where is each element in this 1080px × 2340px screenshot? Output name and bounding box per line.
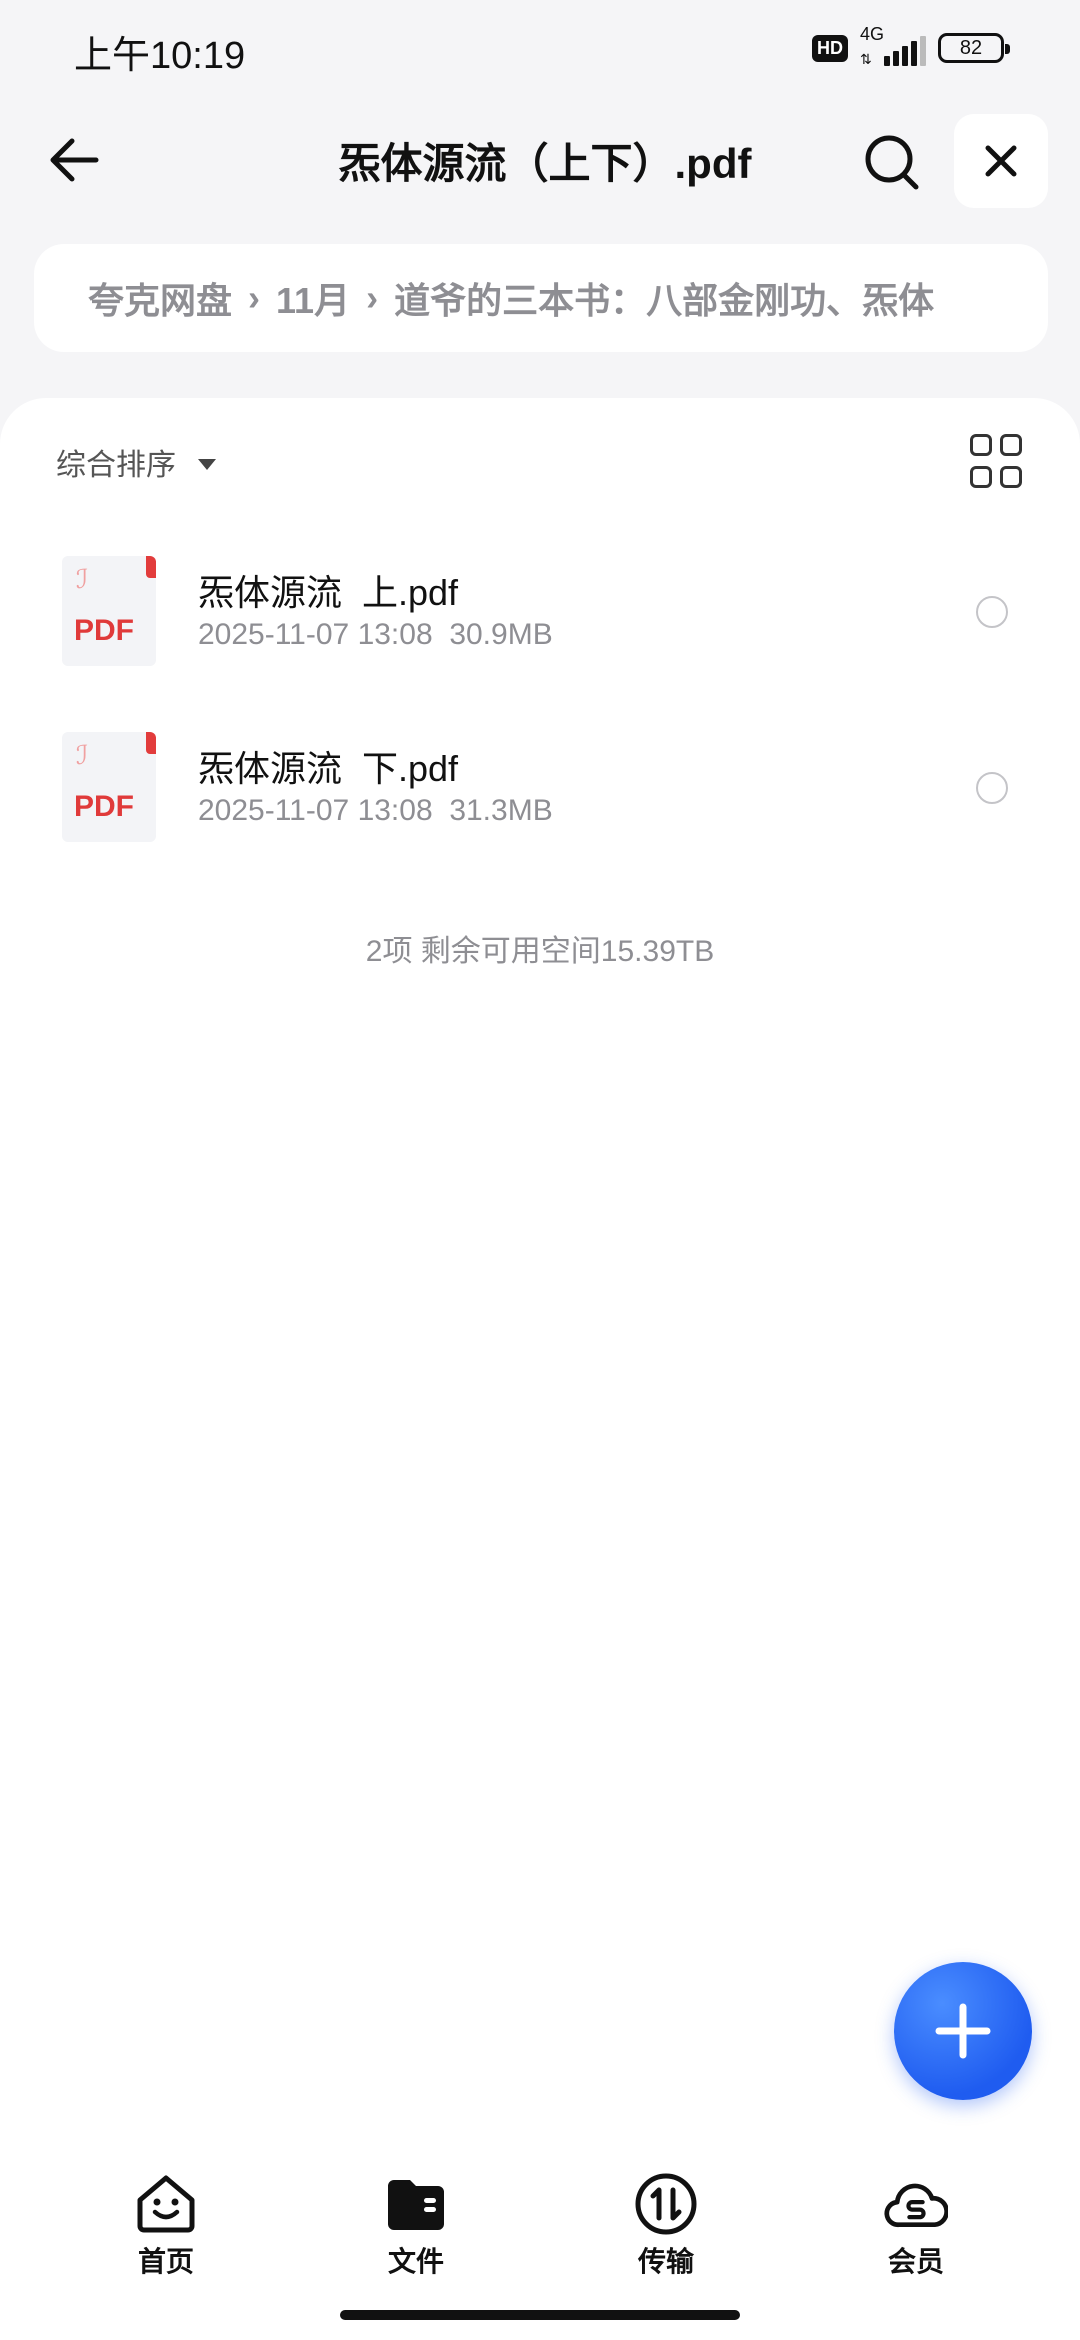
grid-view-icon-cell [970,466,992,488]
storage-summary: 2项 剩余可用空间15.39TB [365,935,715,968]
back-button[interactable] [36,122,112,198]
nav-label: 文件 [387,2246,444,2277]
arrow-left-icon [50,138,99,182]
search-icon [865,135,919,190]
file-meta: 2025-11-07 13:08 31.3MB [198,794,553,828]
pdf-icon-label: PDF [74,790,134,823]
breadcrumb-item-month[interactable]: 11月 [276,272,350,324]
nav-item-home[interactable]: 首页 [96,2172,236,2282]
screen: 上午10:19 HD 4G ⇅ 82 炁体源流（上下）.pdf 夸克网盘 › 1… [0,0,1080,2340]
folder-icon [384,2172,448,2236]
caret-down-icon [198,458,216,470]
network-type: 4G [860,24,885,44]
breadcrumb-item-folder[interactable]: 道爷的三本书：八部金刚功、炁体 [394,272,934,324]
chevron-right-icon: › [248,277,261,318]
acrobat-icon: ℐ [76,564,89,594]
nav-label: 会员 [887,2246,944,2277]
grid-view-icon-cell [1000,434,1022,456]
pdf-corner-mark [146,556,156,578]
chevron-right-icon: › [366,277,379,318]
acrobat-icon: ℐ [76,740,89,770]
file-date: 2025-11-07 13:08 [198,618,433,651]
transfer-icon [634,2172,698,2236]
sort-label: 综合排序 [56,449,176,482]
status-bar: 上午10:19 HD 4G ⇅ 82 [0,0,1080,96]
status-icons: HD 4G ⇅ 82 [812,24,1010,68]
add-button[interactable] [894,1962,1032,2100]
file-row[interactable]: ℐ PDF 炁体源流 上.pdf 2025-11-07 13:08 30.9MB [0,546,1080,722]
file-name: 炁体源流 下.pdf [198,748,459,789]
sort-dropdown[interactable]: 综合排序 [56,440,216,484]
plus-icon [935,2003,991,2059]
hd-badge: HD [812,34,848,62]
nav-item-files[interactable]: 文件 [346,2172,486,2282]
close-icon [985,145,1017,177]
battery-icon: 82 [938,33,1010,63]
select-checkbox[interactable] [976,596,1008,628]
file-list: ℐ PDF 炁体源流 上.pdf 2025-11-07 13:08 30.9MB… [0,546,1080,898]
breadcrumb-item-root[interactable]: 夸克网盘 [88,272,232,324]
cloud-vip-icon [884,2172,948,2236]
pdf-file-icon: ℐ PDF [62,732,156,842]
file-meta: 2025-11-07 13:08 30.9MB [198,618,553,652]
pdf-corner-mark [146,732,156,754]
file-date: 2025-11-07 13:08 [198,794,433,827]
search-button[interactable] [852,122,932,202]
nav-item-transfer[interactable]: 传输 [596,2172,736,2282]
pdf-icon-label: PDF [74,614,134,647]
battery-level: 82 [959,36,983,59]
signal-bars-icon [884,36,926,66]
grid-view-icon [970,434,992,456]
nav-label: 传输 [637,2246,694,2277]
nav-label: 首页 [137,2246,194,2277]
smile-home-icon [134,2172,198,2236]
breadcrumb: 夸克网盘 › 11月 › 道爷的三本书：八部金刚功、炁体 [34,244,1048,352]
bottom-nav: 首页 文件 传输 会员 [0,2160,1080,2300]
pdf-file-icon: ℐ PDF [62,556,156,666]
page-title: 炁体源流（上下）.pdf [338,140,752,187]
header: 炁体源流（上下）.pdf [0,100,1080,220]
file-size: 31.3MB [449,794,553,827]
status-time: 上午10:19 [74,35,246,77]
data-arrows-icon: ⇅ [860,51,872,67]
signal-icon: 4G ⇅ [860,24,926,68]
file-row[interactable]: ℐ PDF 炁体源流 下.pdf 2025-11-07 13:08 31.3MB [0,722,1080,898]
home-indicator[interactable] [340,2310,740,2320]
grid-view-icon-cell [1000,466,1022,488]
file-size: 30.9MB [449,618,553,651]
nav-item-vip[interactable]: 会员 [846,2172,986,2282]
select-checkbox[interactable] [976,772,1008,804]
close-button[interactable] [954,114,1048,208]
grid-view-button[interactable] [970,434,1026,490]
file-name: 炁体源流 上.pdf [198,572,459,613]
